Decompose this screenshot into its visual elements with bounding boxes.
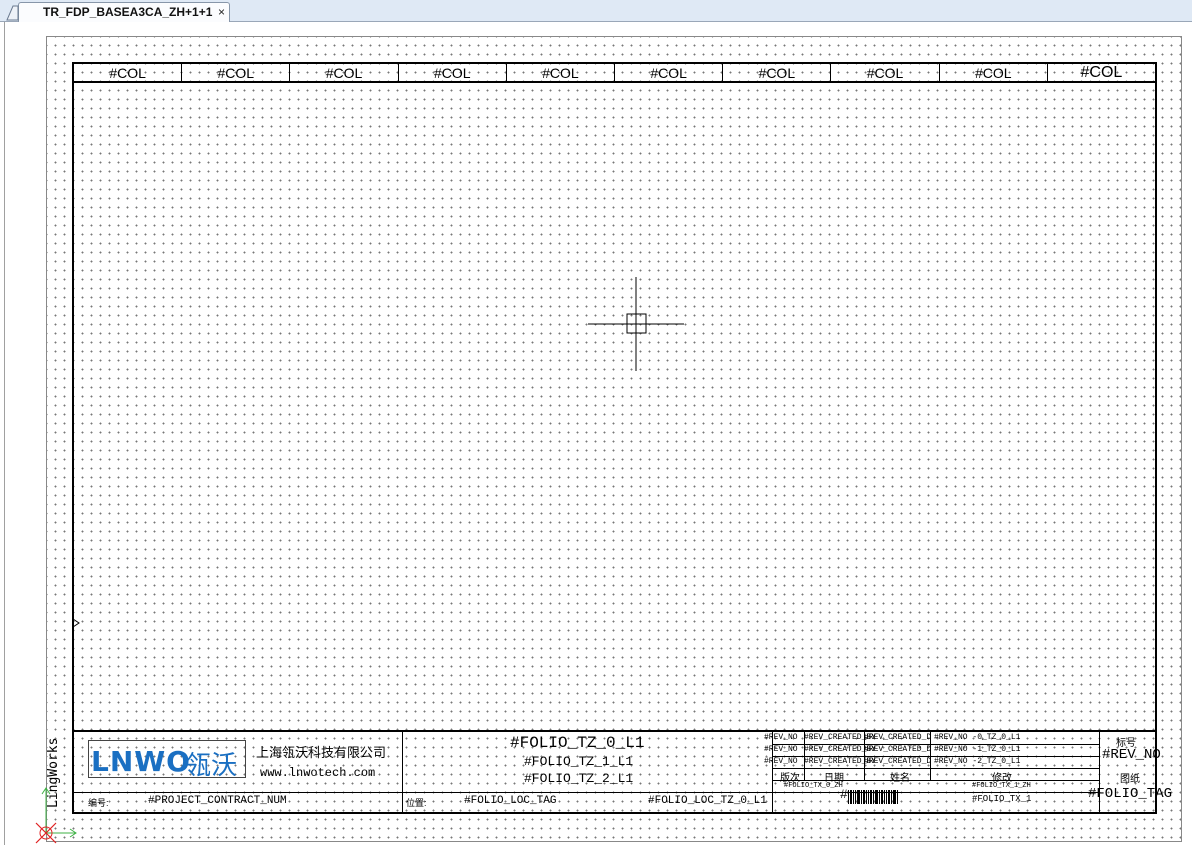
project-contract-number: #PROJECT_CONTRACT_NUM [148, 795, 287, 807]
column-header: #COL [940, 64, 1048, 81]
column-header: #COL [74, 64, 183, 81]
column-header: #COL [399, 64, 507, 81]
logo-english-text: LNWO [91, 745, 191, 778]
folio-location-tz: #FOLIO_LOC_TZ_0_L1 [648, 795, 767, 807]
folio-tx-0: #FOLIO_TX_0_ZH [784, 782, 843, 790]
drawing-sheet[interactable]: #COL #COL #COL #COL #COL #COL #COL #COL … [72, 62, 1172, 814]
folio-tag: #FOLIO_TAG [1088, 786, 1173, 802]
folio-tx-1: #FOLIO_TX_1 [972, 794, 1032, 804]
document-icon [6, 5, 19, 21]
sheet-arrow-marker-icon [72, 618, 80, 628]
number-label: 编号: [88, 798, 109, 808]
rev-created-date: #REV_CREATED_D [864, 733, 932, 742]
location-label: 位置: [406, 798, 427, 808]
rev-header-name: 姓名 [890, 773, 910, 784]
column-header: #COL [831, 64, 940, 81]
rev-description: #REV_NO -2_TZ_0_L1 [934, 757, 1021, 766]
ucs-axes-icon [35, 787, 77, 844]
cursor-crosshair-icon [588, 277, 684, 371]
column-header: #COL [1080, 64, 1123, 81]
folio-line-0: #FOLIO_TZ_0_L1 [510, 734, 645, 752]
logo-chinese-text: 瓴沃 [185, 751, 238, 781]
column-header: #COL [615, 64, 724, 81]
folio-tx-1-zh: #FOLIO_TX_1_ZH [972, 782, 1031, 790]
rev-no: #REV_NO [764, 745, 798, 754]
tab-title: TR_FDP_BASEA3CA_ZH+1+1 [43, 5, 213, 19]
rev-created-date: #REV_CREATED_D [864, 745, 932, 754]
company-name: 上海瓴沃科技有限公司 [256, 745, 387, 760]
column-header: #COL [290, 64, 399, 81]
drawing-label: 图纸 [1120, 774, 1140, 785]
company-url: www.lnwotech.com [260, 766, 376, 780]
barcode-icon [848, 790, 898, 804]
document-tab[interactable]: TR_FDP_BASEA3CA_ZH+1+1 × [6, 2, 230, 22]
barcode-hash: # [840, 787, 848, 802]
folio-line-1: #FOLIO_TZ_1_L1 [524, 754, 634, 769]
folio-location-tag: #FOLIO_LOC_TAG [464, 795, 557, 807]
column-header: #COL [507, 64, 616, 81]
title-block: LNWO 瓴沃 上海瓴沃科技有限公司 www.lnwotech.com #FOL… [74, 730, 1172, 812]
rev-no: #REV_NO [764, 733, 798, 742]
rev-number: #REV_NO [1102, 747, 1161, 763]
column-header-row: #COL #COL #COL #COL #COL #COL #COL #COL … [74, 64, 1155, 83]
document-tab-bar: TR_FDP_BASEA3CA_ZH+1+1 × [0, 0, 1192, 22]
column-header: #COL [723, 64, 832, 81]
rev-created-date: #REV_CREATED_D [864, 757, 932, 766]
company-logo: LNWO 瓴沃 [88, 740, 246, 781]
rev-description: #REV_NO -1_TZ_0_L1 [934, 745, 1021, 754]
close-icon[interactable]: × [218, 3, 225, 21]
folio-line-2: #FOLIO_TZ_2_L1 [524, 771, 634, 786]
column-header: #COL [182, 64, 291, 81]
rev-no: #REV_NO [764, 757, 798, 766]
rev-description: #REV_NO -0_TZ_0_L1 [934, 733, 1021, 742]
